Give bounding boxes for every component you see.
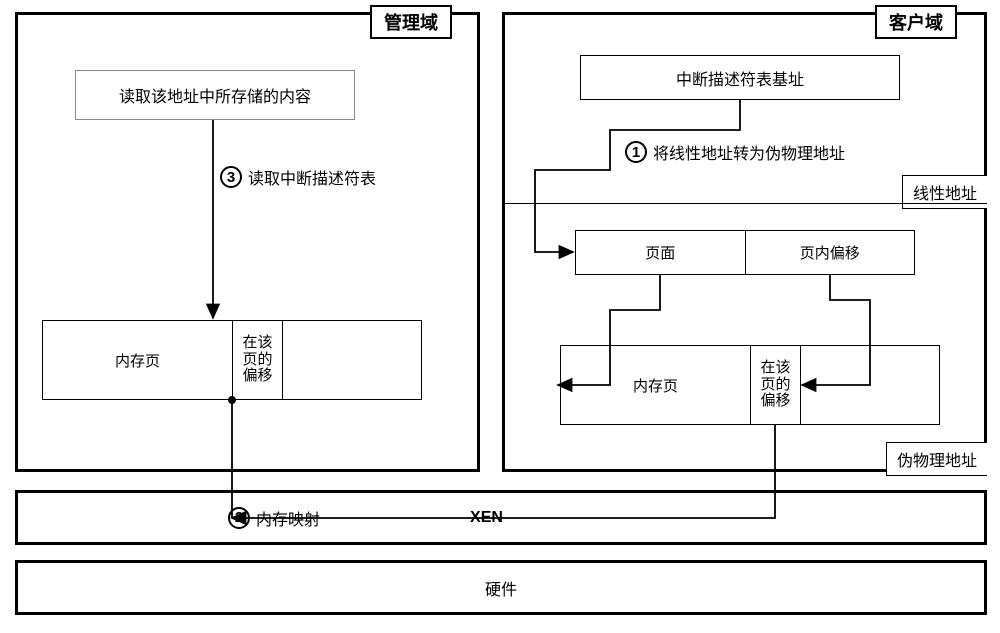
- hardware-bar: 硬件: [15, 560, 987, 615]
- client-mem-empty: [801, 346, 939, 424]
- client-in-page-offset: 页内偏移: [746, 231, 915, 274]
- mgmt-mem-empty: [283, 321, 421, 399]
- hardware-text: 硬件: [485, 576, 517, 600]
- mgmt-mem-page: 内存页: [43, 321, 233, 399]
- client-sep-line: [505, 203, 987, 204]
- xen-label: XEN: [470, 509, 503, 527]
- step-3-num: 3: [220, 166, 242, 188]
- pseudo-phys-label: 伪物理地址: [886, 442, 987, 476]
- idt-base-box: 中断描述符表基址: [580, 55, 900, 100]
- step-1-label: 1 将线性地址转为伪物理地址: [625, 140, 845, 164]
- step-2-num: 2: [228, 507, 250, 529]
- step-3-label: 3 读取中断描述符表: [220, 165, 376, 189]
- client-page-offset: 在该页的偏移: [751, 346, 801, 424]
- client-mem-split: 内存页 在该页的偏移: [560, 345, 940, 425]
- step-3-text: 读取中断描述符表: [248, 165, 376, 189]
- client-domain-tab: 客户域: [875, 5, 957, 39]
- mgmt-page-offset: 在该页的偏移: [233, 321, 283, 399]
- client-mem-page: 内存页: [561, 346, 751, 424]
- management-domain-tab: 管理域: [370, 5, 452, 39]
- client-page-split: 页面 页内偏移: [575, 230, 915, 275]
- client-page: 页面: [576, 231, 746, 274]
- xen-bar: 2 内存映射 XEN: [15, 490, 987, 545]
- step-1-text: 将线性地址转为伪物理地址: [653, 140, 845, 164]
- step-2-text: 内存映射: [256, 506, 320, 530]
- read-content-box: 读取该地址中所存储的内容: [75, 70, 355, 120]
- step-1-num: 1: [625, 141, 647, 163]
- mgmt-mem-split: 内存页 在该页的偏移: [42, 320, 422, 400]
